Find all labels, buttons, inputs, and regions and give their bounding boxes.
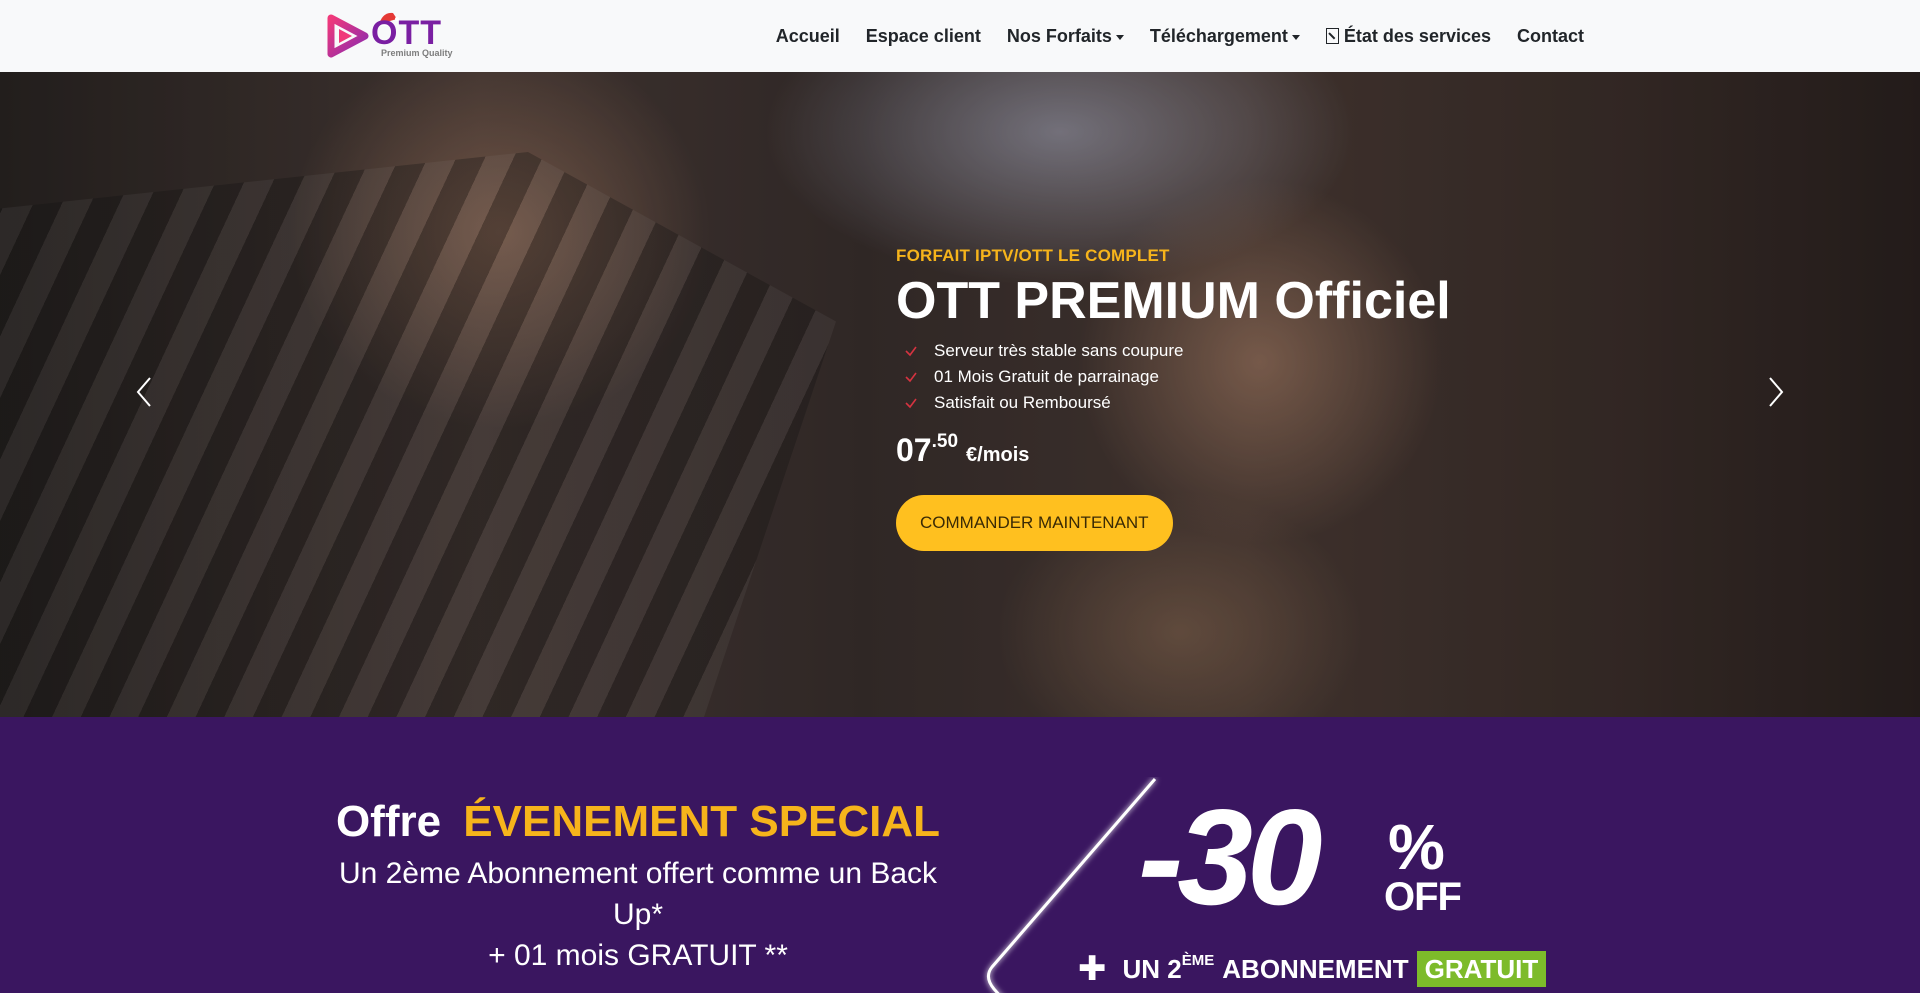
price-integer: 07: [896, 432, 932, 468]
price-unit: €/mois: [966, 444, 1030, 466]
free-tag: GRATUIT: [1416, 951, 1547, 987]
check-icon: [905, 398, 917, 409]
discount-badge: -30 % OFF ✚ UN 2 ÈME ABONNEMENT GRATUIT: [980, 777, 1580, 993]
play-logo-icon: [327, 14, 369, 58]
badge-text-a: UN 2: [1122, 953, 1182, 984]
nav-item-label: Nos Forfaits: [1006, 25, 1112, 46]
hero-content: FORFAIT IPTV/OTT LE COMPLET OTT PREMIUM …: [896, 246, 1596, 551]
nav-item-label: Espace client: [865, 25, 981, 46]
nav-item-etat-services[interactable]: État des services: [1313, 26, 1504, 47]
badge-text-sup: ÈME: [1181, 951, 1215, 969]
promo-section: Offre ÉVENEMENT SPECIAL Un 2ème Abonneme…: [0, 717, 1920, 993]
hero-carousel: FORFAIT IPTV/OTT LE COMPLET OTT PREMIUM …: [0, 72, 1920, 717]
nav-item-contact[interactable]: Contact: [1504, 26, 1597, 47]
feature-text: Serveur très stable sans coupure: [934, 341, 1184, 360]
nav-item-label: Téléchargement: [1149, 25, 1288, 46]
chevron-left-icon[interactable]: [130, 372, 158, 412]
list-item: Serveur très stable sans coupure: [896, 338, 1596, 364]
nav-item-accueil[interactable]: Accueil: [763, 26, 853, 47]
logo-text: OTT: [371, 14, 442, 52]
check-icon: [905, 346, 917, 357]
list-item: 01 Mois Gratuit de parrainage: [896, 364, 1596, 390]
hero-title: OTT PREMIUM Officiel: [896, 272, 1451, 330]
nav-item-nos-forfaits[interactable]: Nos Forfaits: [994, 26, 1137, 47]
list-item: Satisfait ou Remboursé: [896, 390, 1596, 416]
main-nav: Accueil Espace client Nos Forfaits Téléc…: [763, 0, 1597, 72]
discount-percent: %: [1388, 811, 1445, 883]
order-now-button[interactable]: COMMANDER MAINTENANT: [896, 495, 1173, 551]
caret-down-icon: [1115, 34, 1124, 40]
discount-off: OFF: [1384, 875, 1462, 919]
promo-heading-accent: ÉVENEMENT SPECIAL: [463, 797, 941, 846]
check-icon: [905, 372, 917, 383]
top-navbar: OTT Premium Quality Accueil Espace clien…: [0, 0, 1920, 72]
promo-line-2: + 01 mois GRATUIT **: [488, 939, 788, 972]
feature-text: Satisfait ou Remboursé: [934, 393, 1111, 412]
promo-text: Offre ÉVENEMENT SPECIAL Un 2ème Abonneme…: [320, 797, 956, 976]
caret-down-icon: [1291, 34, 1300, 40]
nav-item-label: Contact: [1517, 25, 1584, 46]
brand-logo[interactable]: OTT Premium Quality: [325, 10, 465, 62]
nav-item-telechargement[interactable]: Téléchargement: [1137, 26, 1313, 47]
promo-heading-prefix: Offre: [335, 797, 442, 846]
feature-list: Serveur très stable sans coupure 01 Mois…: [896, 338, 1596, 416]
hero-eyebrow: FORFAIT IPTV/OTT LE COMPLET: [896, 246, 1170, 265]
nav-item-espace-client[interactable]: Espace client: [853, 26, 994, 47]
price-decimal: .50: [931, 431, 959, 452]
badge-text-b: ABONNEMENT: [1222, 953, 1409, 984]
feature-text: 01 Mois Gratuit de parrainage: [934, 367, 1159, 386]
logo-tagline: Premium Quality: [381, 48, 453, 58]
status-icon: [1325, 28, 1339, 44]
badge-subline: ✚ UN 2 ÈME ABONNEMENT GRATUIT: [1078, 950, 1547, 988]
nav-item-label: Accueil: [775, 25, 840, 46]
promo-heading: Offre ÉVENEMENT SPECIAL: [320, 797, 956, 847]
promo-line-1: Un 2ème Abonnement offert comme un Back …: [338, 857, 938, 931]
plus-icon: ✚: [1078, 950, 1107, 988]
discount-value: -30: [1138, 781, 1323, 933]
chevron-right-icon[interactable]: [1762, 372, 1790, 412]
nav-item-label: État des services: [1343, 25, 1491, 46]
price: 07 .50 €/mois: [896, 431, 1596, 469]
